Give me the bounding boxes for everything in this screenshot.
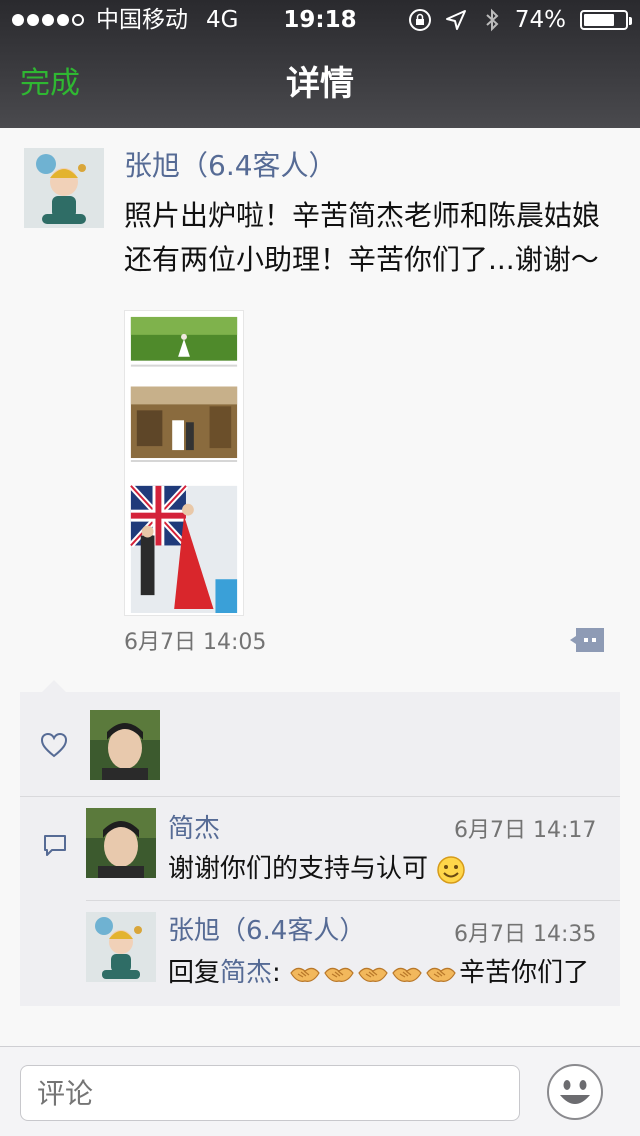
liker-avatar[interactable] (90, 710, 160, 780)
likes-comments-box: 简杰 6月7日 14:17 谢谢你们的支持与认可 张旭（6.4客人） 6月7日 … (20, 692, 620, 1006)
handshake-emoji-icon (324, 967, 354, 982)
comment-author-name[interactable]: 简杰 (168, 808, 220, 845)
rotation-lock-icon (408, 9, 431, 31)
top-bar: 中国移动 4G 19:18 74% 完成 详情 (0, 0, 640, 128)
handshake-emoji-group (289, 958, 459, 988)
status-bar: 中国移动 4G 19:18 74% (0, 0, 640, 40)
reply-text: 回复简杰: 辛苦你们了 (168, 952, 589, 989)
battery-icon (580, 10, 632, 30)
comment-action-icon[interactable] (570, 626, 606, 654)
post-text: 照片出炉啦！辛苦简杰老师和陈晨姑娘还有两位小助理！辛苦你们了...谢谢～ (124, 199, 601, 276)
reply-to-name[interactable]: 简杰 (220, 958, 272, 988)
reply-colon: : (272, 958, 281, 988)
reply-text-suffix: 辛苦你们了 (459, 958, 590, 988)
likes-divider (20, 796, 620, 797)
comment-bubble-icon (44, 835, 66, 856)
post-author-name[interactable]: 张旭（6.4客人） (124, 144, 337, 184)
post-timestamp: 6月7日 14:05 (124, 630, 267, 655)
handshake-emoji-icon (392, 967, 422, 982)
handshake-emoji-icon (426, 967, 456, 982)
heart-icon (40, 732, 68, 758)
likes-row (20, 692, 620, 796)
comment-input[interactable] (20, 1065, 520, 1121)
comment-input-bar (0, 1046, 640, 1136)
handshake-emoji-icon (290, 967, 320, 982)
comment-author-avatar[interactable] (86, 808, 156, 878)
comment-timestamp: 6月7日 14:35 (454, 922, 597, 947)
box-pointer (42, 680, 66, 692)
comment-author-name[interactable]: 张旭（6.4客人） (168, 910, 365, 947)
bluetooth-icon (486, 8, 499, 32)
page-title: 详情 (286, 64, 354, 104)
handshake-emoji-icon (358, 967, 388, 982)
comment-timestamp: 6月7日 14:17 (454, 818, 597, 843)
emoji-picker-icon[interactable] (546, 1063, 604, 1121)
location-arrow-icon (445, 10, 466, 30)
reply-prefix: 回复 (168, 958, 221, 988)
smile-emoji-icon (437, 855, 466, 884)
comment-divider (86, 900, 620, 901)
post-author-avatar[interactable] (24, 148, 104, 228)
battery-percent: 74% (514, 7, 566, 33)
post-photo[interactable] (124, 310, 244, 616)
comment-author-avatar[interactable] (86, 912, 156, 982)
comment-text-body: 谢谢你们的支持与认可 (168, 854, 429, 884)
nav-bar: 完成 详情 (0, 40, 640, 128)
comment-text: 谢谢你们的支持与认可 (168, 848, 466, 885)
